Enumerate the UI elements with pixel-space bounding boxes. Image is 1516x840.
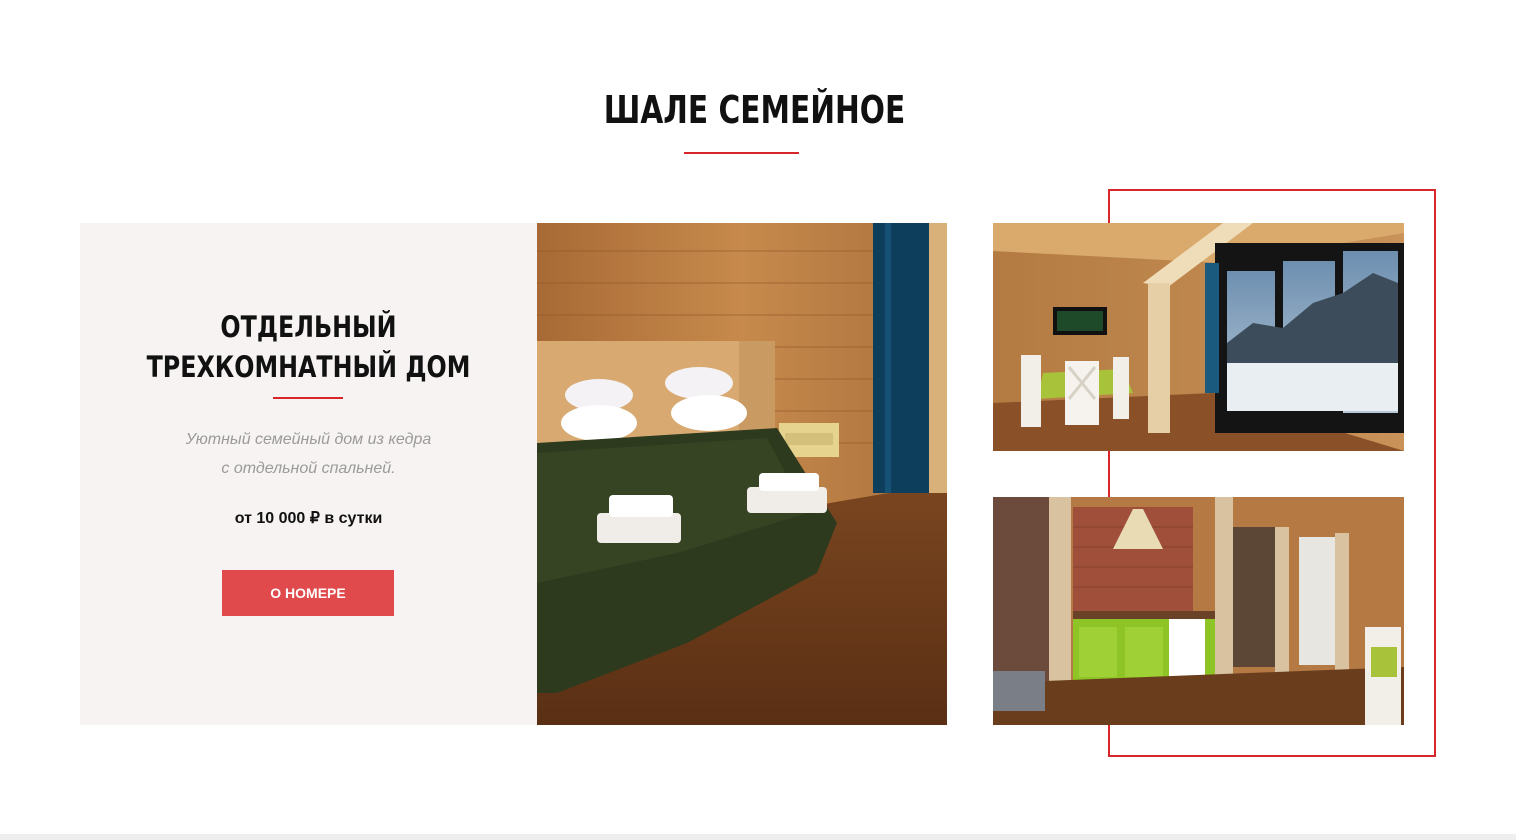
- room-description: Уютный семейный дом из кедра с отдельной…: [80, 425, 537, 483]
- bottom-strip: [0, 834, 1516, 840]
- title-underline: [684, 152, 799, 154]
- room-heading-line1: ОТДЕЛЬНЫЙ: [220, 310, 397, 344]
- heading-underline: [273, 397, 343, 399]
- room-description-line2: с отдельной спальней.: [221, 460, 396, 477]
- bedroom-photo: [537, 223, 947, 725]
- room-price: от 10 000 ₽ в сутки: [234, 510, 383, 527]
- room-heading-line2: ТРЕХКОМНАТНЫЙ ДОМ: [146, 350, 471, 384]
- dining-room-photo: [993, 223, 1404, 451]
- room-heading: ОТДЕЛЬНЫЙ ТРЕХКОМНАТНЫЙ ДОМ: [80, 307, 537, 387]
- room-description-line1: Уютный семейный дом из кедра: [185, 431, 432, 448]
- section-title: ШАЛЕ СЕМЕЙНОЕ: [603, 88, 906, 132]
- kitchen-photo: [993, 497, 1404, 725]
- room-info-card: ОТДЕЛЬНЫЙ ТРЕХКОМНАТНЫЙ ДОМ Уютный семей…: [80, 223, 537, 725]
- page: ШАЛЕ СЕМЕЙНОЕ ОТДЕЛЬНЫЙ ТРЕХКОМНАТНЫЙ ДО…: [0, 0, 1516, 840]
- room-details-button[interactable]: О НОМЕРЕ: [222, 570, 394, 616]
